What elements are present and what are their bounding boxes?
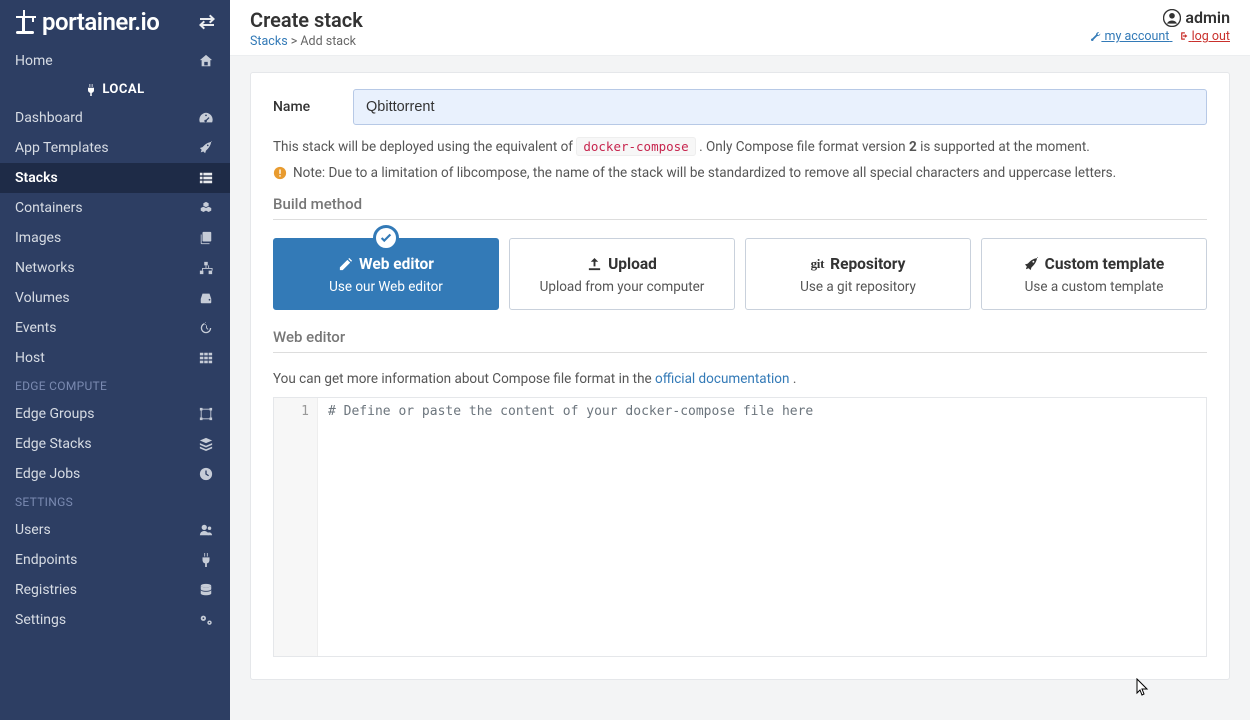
editor-gutter: 1: [274, 398, 318, 656]
code-docker-compose: docker-compose: [576, 137, 695, 156]
crumb-current: Add stack: [300, 34, 356, 49]
editor-textarea[interactable]: # Define or paste the content of your do…: [318, 398, 1206, 656]
upload-icon: [587, 257, 602, 272]
history-icon: [199, 321, 215, 335]
git-icon: git: [811, 256, 825, 272]
layers-icon: [199, 437, 215, 451]
sidebar-item-edge-stacks[interactable]: Edge Stacks: [0, 429, 230, 459]
wrench-icon: [1091, 31, 1101, 41]
official-docs-link[interactable]: official documentation: [655, 371, 789, 387]
method-upload[interactable]: Upload Upload from your computer: [509, 238, 735, 310]
logo-row: portainer.io: [0, 0, 230, 46]
form-card: Name This stack will be deployed using t…: [250, 72, 1230, 680]
content: Name This stack will be deployed using t…: [230, 56, 1250, 720]
crane-icon: [14, 9, 38, 35]
user-circle-icon: [1163, 9, 1181, 27]
sidebar-item-dashboard[interactable]: Dashboard: [0, 103, 230, 133]
sidebar-item-users[interactable]: Users: [0, 515, 230, 545]
sidebar-item-app-templates[interactable]: App Templates: [0, 133, 230, 163]
topbar: Create stack Stacks > Add stack admin my…: [230, 0, 1250, 56]
method-repository[interactable]: git Repository Use a git repository: [745, 238, 971, 310]
check-circle-icon: [373, 225, 399, 251]
sidebar-heading-settings: SETTINGS: [0, 489, 230, 515]
main-area: Create stack Stacks > Add stack admin my…: [230, 0, 1250, 720]
sidebar-local-heading: LOCAL: [0, 76, 230, 103]
my-account-link[interactable]: my account: [1091, 29, 1172, 44]
sidebar-item-containers[interactable]: Containers: [0, 193, 230, 223]
plug-icon: [199, 553, 215, 567]
exclamation-circle-icon: [273, 166, 287, 180]
object-group-icon: [199, 407, 215, 421]
sidebar-heading-edge: EDGE COMPUTE: [0, 373, 230, 399]
note-row: Note: Due to a limitation of libcompose,…: [273, 165, 1207, 181]
sidebar-item-images[interactable]: Images: [0, 223, 230, 253]
sidebar-item-events[interactable]: Events: [0, 313, 230, 343]
user-area: admin my account log out: [1085, 8, 1230, 49]
sidebar-item-endpoints[interactable]: Endpoints: [0, 545, 230, 575]
sidebar-item-settings[interactable]: Settings: [0, 605, 230, 635]
sidebar-item-networks[interactable]: Networks: [0, 253, 230, 283]
username: admin: [1185, 8, 1230, 27]
users-icon: [199, 523, 215, 537]
sidebar-item-edge-groups[interactable]: Edge Groups: [0, 399, 230, 429]
crumb-stacks-link[interactable]: Stacks: [250, 34, 288, 49]
sidebar-item-home[interactable]: Home: [0, 46, 230, 76]
th-icon: [199, 351, 215, 365]
sidebar-item-stacks[interactable]: Stacks: [0, 163, 230, 193]
brand-logo[interactable]: portainer.io: [14, 8, 159, 36]
editor-info: You can get more information about Compo…: [273, 371, 1207, 387]
build-methods: Web editor Use our Web editor Upload Upl…: [273, 238, 1207, 310]
edit-icon: [338, 257, 353, 272]
logout-link[interactable]: log out: [1178, 29, 1230, 44]
cubes-icon: [199, 201, 215, 215]
web-editor-heading: Web editor: [273, 328, 1207, 353]
name-input[interactable]: [353, 89, 1207, 125]
helper-text: This stack will be deployed using the eq…: [273, 139, 1207, 155]
clone-icon: [199, 231, 215, 245]
tachometer-icon: [199, 111, 215, 125]
build-method-heading: Build method: [273, 195, 1207, 220]
name-label: Name: [273, 99, 353, 115]
database-icon: [199, 583, 215, 597]
home-icon: [199, 54, 215, 68]
sidebar-item-host[interactable]: Host: [0, 343, 230, 373]
hdd-icon: [199, 291, 215, 305]
page-title: Create stack: [250, 8, 363, 32]
sitemap-icon: [199, 261, 215, 275]
method-custom-template[interactable]: Custom template Use a custom template: [981, 238, 1207, 310]
rocket-icon: [199, 141, 215, 155]
cogs-icon: [199, 613, 215, 627]
sidebar-item-edge-jobs[interactable]: Edge Jobs: [0, 459, 230, 489]
swap-icon[interactable]: [198, 14, 216, 30]
sidebar: portainer.io Home LOCAL Dashboard App Te…: [0, 0, 230, 720]
method-web-editor[interactable]: Web editor Use our Web editor: [273, 238, 499, 310]
sign-out-icon: [1178, 31, 1188, 41]
clock-icon: [199, 467, 215, 481]
breadcrumb: Stacks > Add stack: [250, 34, 363, 49]
cursor-icon: [1136, 678, 1150, 698]
code-editor[interactable]: 1 # Define or paste the content of your …: [273, 397, 1207, 657]
rocket-icon: [1024, 257, 1039, 272]
sidebar-item-volumes[interactable]: Volumes: [0, 283, 230, 313]
plug-icon: [85, 84, 97, 96]
list-icon: [199, 171, 215, 185]
sidebar-item-registries[interactable]: Registries: [0, 575, 230, 605]
